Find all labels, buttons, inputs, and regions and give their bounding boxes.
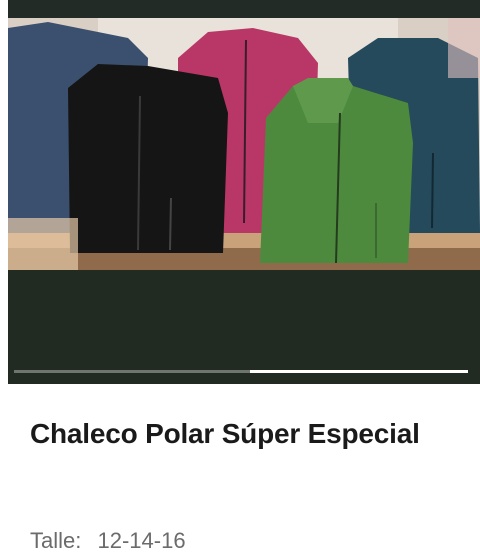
size-value: 12-14-16 (97, 528, 186, 553)
size-label: Talle: (30, 528, 82, 553)
size-info: Talle: 12-14-16 (30, 528, 186, 554)
carousel-progress-track (14, 370, 468, 373)
product-photo[interactable] (8, 18, 480, 270)
product-title: Chaleco Polar Súper Especial (30, 418, 420, 449)
image-carousel[interactable] (8, 18, 480, 384)
top-bar (8, 0, 480, 18)
carousel-progress-indicator (250, 370, 468, 373)
